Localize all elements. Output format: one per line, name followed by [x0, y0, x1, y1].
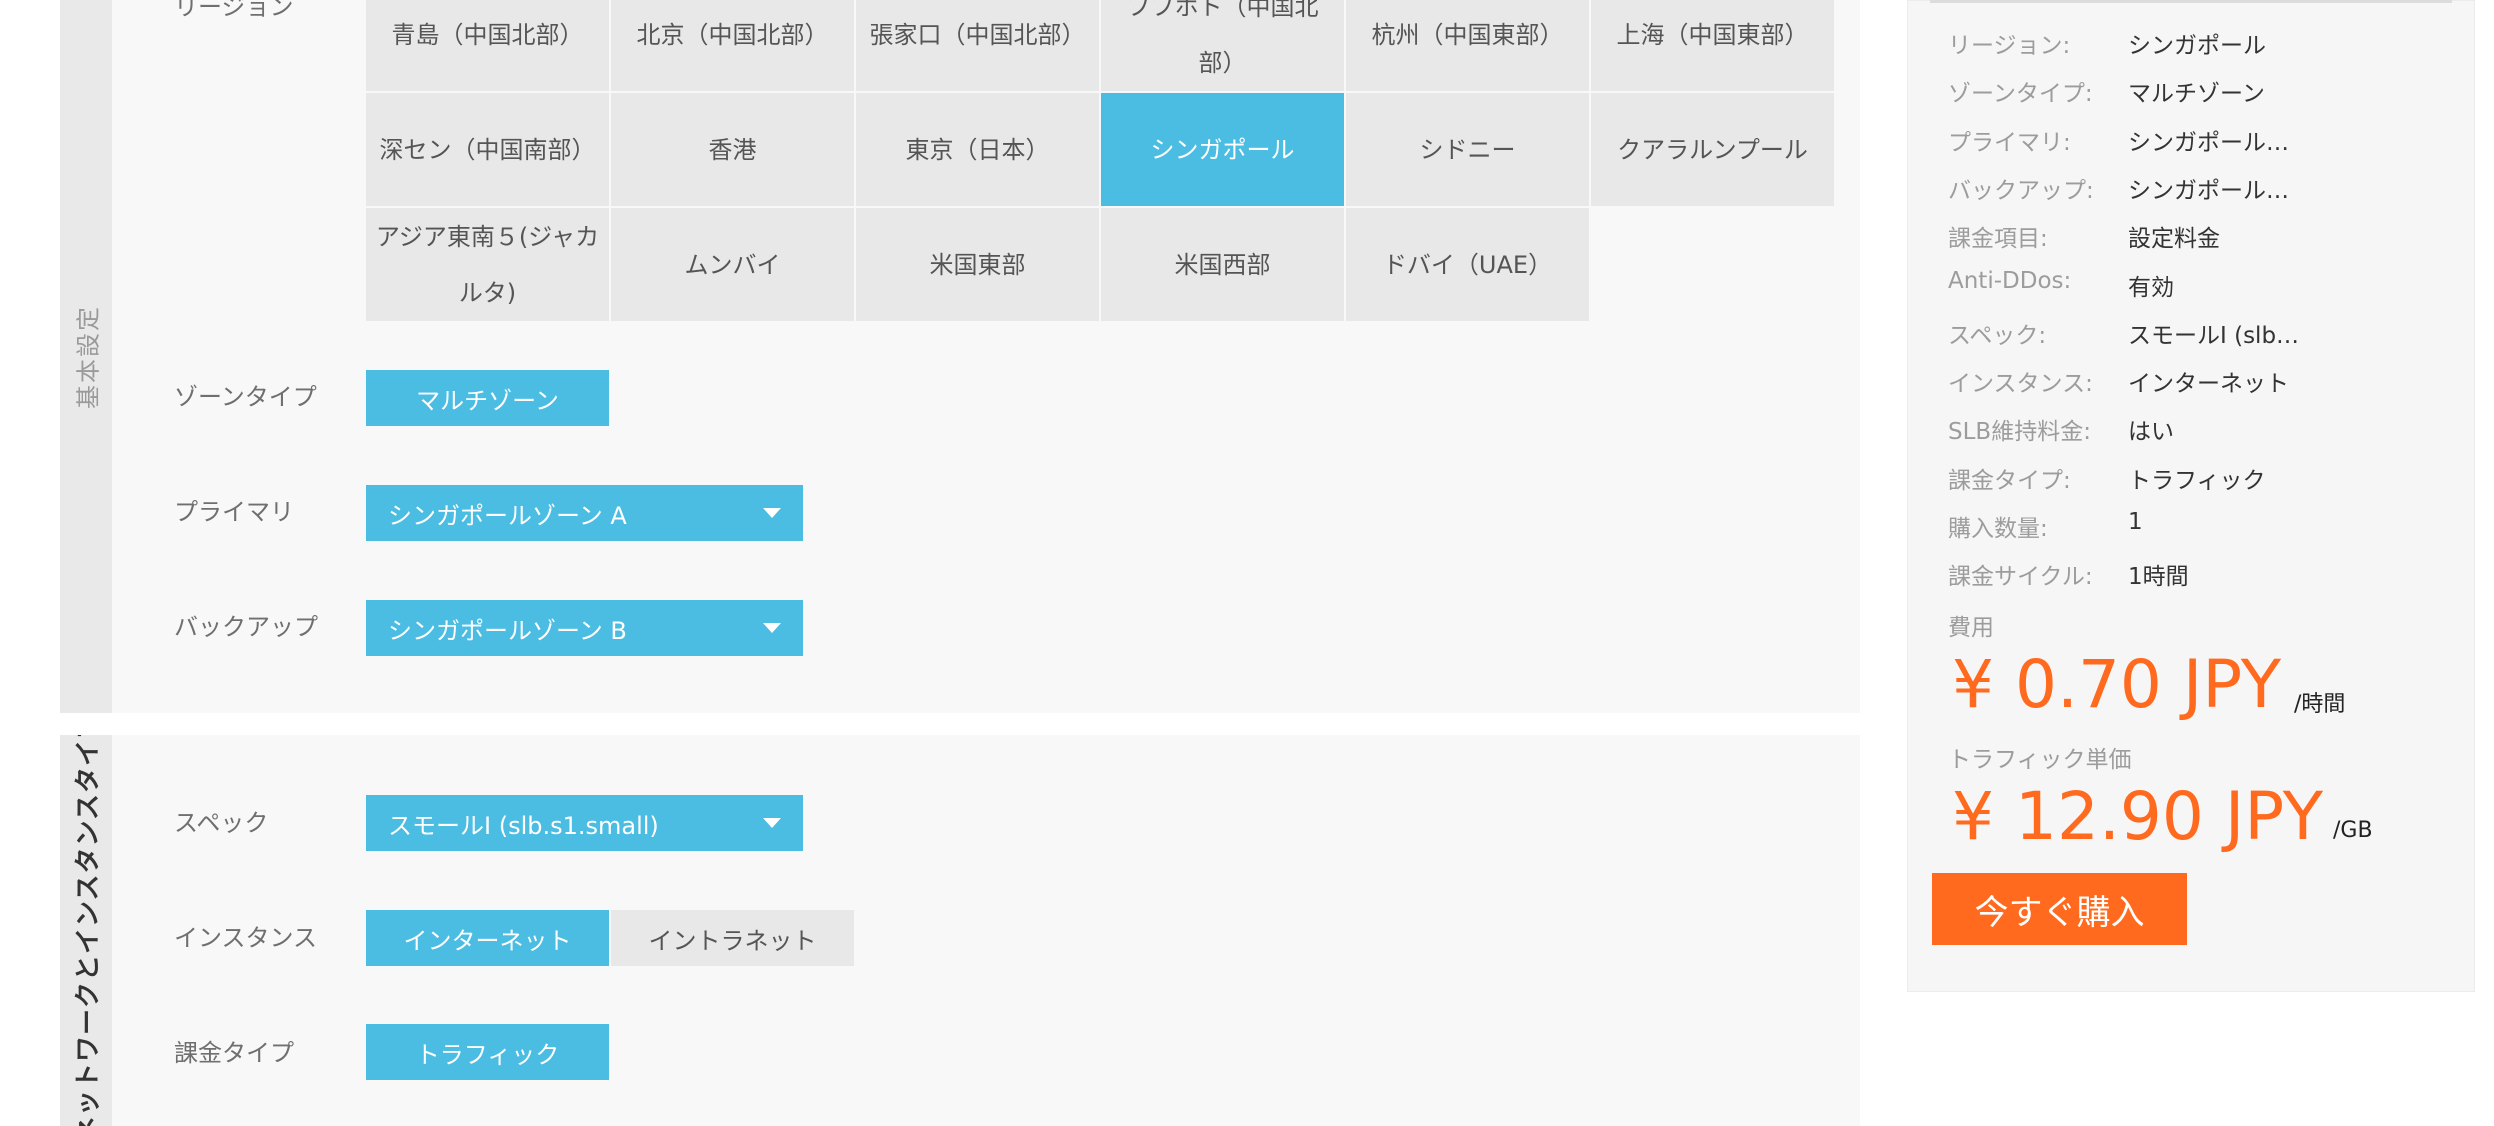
region-option[interactable]: 杭州（中国東部）: [1346, 0, 1589, 91]
billing-type-traffic-button[interactable]: トラフィック: [366, 1024, 609, 1080]
region-option[interactable]: 青島（中国北部）: [366, 0, 609, 91]
summary-row-label: Anti-DDos:: [1948, 268, 2072, 294]
region-option[interactable]: ドバイ（UAE）: [1346, 208, 1589, 321]
summary-row-value: 設定料金: [2128, 226, 2220, 252]
region-option[interactable]: クアラルンプール: [1591, 93, 1834, 206]
network-instance-tab: ネットワークとインスタンスタイプ: [60, 735, 112, 1126]
billing-type-label: 課金タイプ: [174, 1039, 294, 1067]
summary-row-label: SLB維持料金:: [1948, 419, 2091, 445]
summary-row-value: はい: [2128, 419, 2174, 445]
instance-label: インスタンス: [174, 924, 318, 952]
primary-zone-select[interactable]: シンガポールゾーン A: [366, 485, 803, 541]
summary-top-divider: [1930, 0, 2452, 3]
basic-settings-title: 基本設定: [74, 304, 103, 409]
region-option[interactable]: 米国東部: [856, 208, 1099, 321]
chevron-down-icon: [763, 508, 781, 518]
region-option[interactable]: 米国西部: [1101, 208, 1344, 321]
chevron-down-icon: [763, 623, 781, 633]
cost-unit: /時間: [2294, 692, 2346, 717]
region-option[interactable]: シンガポール: [1101, 93, 1344, 206]
spec-label: スペック: [174, 809, 269, 837]
backup-label: バックアップ: [174, 613, 318, 641]
spec-select[interactable]: スモールI (slb.s1.small): [366, 795, 803, 851]
summary-row-label: 課金サイクル:: [1948, 564, 2093, 590]
spec-value: スモールI (slb.s1.small): [388, 811, 659, 840]
zone-type-label: ゾーンタイプ: [174, 383, 317, 411]
primary-label: プライマリ: [174, 498, 294, 526]
traffic-unit: /GB: [2333, 818, 2373, 843]
chevron-down-icon: [763, 818, 781, 828]
region-option[interactable]: 張家口（中国北部）: [856, 0, 1099, 91]
summary-row-value: 有効: [2128, 275, 2174, 301]
summary-row-value: シンガポール…: [2128, 178, 2289, 204]
cost-label: 費用: [1948, 615, 1994, 641]
primary-zone-value: シンガポールゾーン A: [388, 501, 627, 530]
region-option[interactable]: シドニー: [1346, 93, 1589, 206]
network-instance-section: [60, 735, 1860, 1126]
summary-row-value: トラフィック: [2128, 468, 2266, 494]
region-option[interactable]: アジア東南５(ジャカルタ): [366, 208, 609, 321]
summary-row-label: 課金タイプ:: [1948, 468, 2071, 494]
summary-row-value: マルチゾーン: [2128, 81, 2265, 107]
region-option[interactable]: 香港: [611, 93, 854, 206]
summary-row-label: ゾーンタイプ:: [1948, 81, 2093, 107]
summary-row-label: スペック:: [1948, 323, 2047, 349]
region-option[interactable]: 北京（中国北部）: [611, 0, 854, 91]
summary-row-label: インスタンス:: [1948, 371, 2093, 397]
summary-row-value: 1: [2128, 509, 2143, 535]
instance-intranet-button[interactable]: イントラネット: [611, 910, 854, 966]
summary-row-label: リージョン:: [1948, 33, 2071, 59]
instance-internet-button[interactable]: インターネット: [366, 910, 609, 966]
region-label: リージョン: [174, 0, 294, 21]
summary-row-label: プライマリ:: [1948, 130, 2071, 156]
summary-row-value: インターネット: [2128, 371, 2289, 397]
traffic-price-label: トラフィック単価: [1948, 747, 2132, 773]
summary-row-value: シンガポール…: [2128, 130, 2289, 156]
region-option[interactable]: 東京（日本）: [856, 93, 1099, 206]
backup-zone-value: シンガポールゾーン B: [388, 616, 627, 645]
buy-now-button[interactable]: 今すぐ購入: [1932, 873, 2187, 945]
cost-price: ¥ 0.70 JPY: [1952, 646, 2282, 723]
summary-row-value: シンガポール: [2128, 33, 2266, 59]
basic-settings-tab: 基本設定: [60, 0, 112, 713]
summary-row-label: 課金項目:: [1948, 226, 2048, 252]
zone-type-multizone-button[interactable]: マルチゾーン: [366, 370, 609, 426]
region-option[interactable]: フフホト（中国北部）: [1101, 0, 1344, 91]
network-instance-title: ネットワークとインスタンスタイプ: [73, 735, 104, 1126]
summary-row-value: 1時間: [2128, 564, 2189, 590]
summary-row-label: 購入数量:: [1948, 516, 2048, 542]
region-option[interactable]: 上海（中国東部）: [1591, 0, 1834, 91]
region-option[interactable]: 深セン（中国南部）: [366, 93, 609, 206]
summary-row-value: スモールI (slb…: [2128, 323, 2300, 349]
traffic-price: ¥ 12.90 JPY: [1952, 778, 2324, 855]
region-option[interactable]: ムンバイ: [611, 208, 854, 321]
summary-row-label: バックアップ:: [1948, 178, 2094, 204]
backup-zone-select[interactable]: シンガポールゾーン B: [366, 600, 803, 656]
